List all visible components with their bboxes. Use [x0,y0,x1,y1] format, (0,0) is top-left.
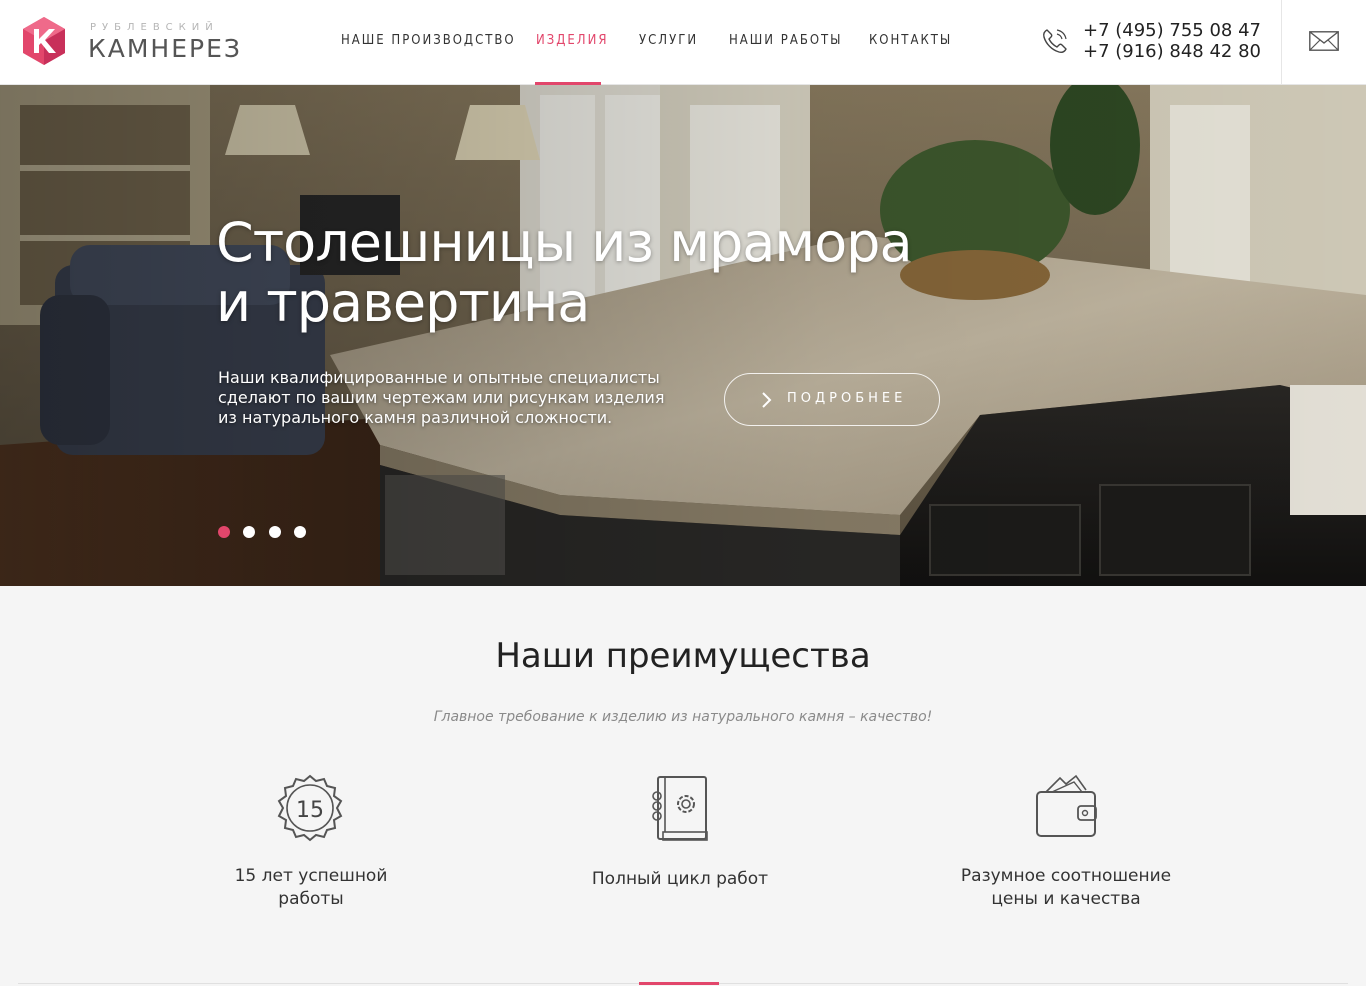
advantage-label-line1: 15 лет успешной [234,866,388,886]
badge-15-icon: 15 [277,774,343,842]
slider-dot-1[interactable] [218,526,230,538]
logo-subtitle: РУБЛЕВСКИЙ [90,22,219,33]
hero-title-line1: Столешницы из мрамора [216,211,913,274]
nav-item-products[interactable]: ИЗДЕЛИЯ [536,33,608,48]
advantage-label-full-cycle: Полный цикл работ [530,868,830,891]
phone-icon [1043,29,1067,53]
advantage-label-experience: 15 лет успешной работы [161,865,461,911]
hero-title-line2: и травертина [216,271,590,334]
slider-dot-4[interactable] [294,526,306,538]
hero-background-image [0,85,1366,586]
advantage-label-line1: Разумное соотношение [960,866,1172,886]
envelope-icon [1309,31,1339,51]
nav-item-production[interactable]: НАШЕ ПРОИЗВОДСТВО [341,33,516,48]
slider-dot-2[interactable] [243,526,255,538]
advantages-subtitle: Главное требование к изделию из натураль… [433,709,933,725]
slider-dot-3[interactable] [269,526,281,538]
logo-mark-icon [23,17,65,65]
hero-description: Наши квалифицированные и опытные специал… [218,368,665,427]
more-button-label: ПОДРОБНЕЕ [787,391,907,406]
more-button[interactable]: ПОДРОБНЕЕ [724,373,940,426]
advantage-label-line1: Полный цикл работ [591,869,769,889]
section-divider-accent [639,982,719,985]
phone-number-2[interactable]: +7 (916) 848 42 80 [1083,41,1261,62]
book-gear-icon [652,776,708,841]
advantage-label-price-quality: Разумное соотношение цены и качества [916,865,1216,911]
site-header: РУБЛЕВСКИЙ КАМНЕРЕЗ НАШЕ ПРОИЗВОДСТВО ИЗ… [0,0,1366,85]
advantages-section: Наши преимущества Главное требование к и… [0,586,1366,986]
nav-item-services[interactable]: УСЛУГИ [639,33,698,48]
hero-slider: Столешницы из мрамора и травертина Наши … [0,85,1366,586]
phone-number-1[interactable]: +7 (495) 755 08 47 [1083,20,1261,41]
wallet-icon [1036,774,1097,837]
badge-number: 15 [296,798,324,823]
logo-name: КАМНЕРЕЗ [88,34,242,63]
logo[interactable]: РУБЛЕВСКИЙ КАМНЕРЕЗ [22,16,252,68]
mail-button[interactable] [1282,0,1366,85]
chevron-right-icon [762,392,772,408]
hero-title: Столешницы из мрамора и травертина [216,211,913,334]
advantage-label-line2: цены и качества [991,889,1141,909]
nav-item-contacts[interactable]: КОНТАКТЫ [869,33,952,48]
advantage-label-line2: работы [278,889,344,909]
advantages-title: Наши преимущества [495,636,871,676]
nav-item-works[interactable]: НАШИ РАБОТЫ [729,33,843,48]
phone-numbers: +7 (495) 755 08 47 +7 (916) 848 42 80 [1083,20,1261,62]
